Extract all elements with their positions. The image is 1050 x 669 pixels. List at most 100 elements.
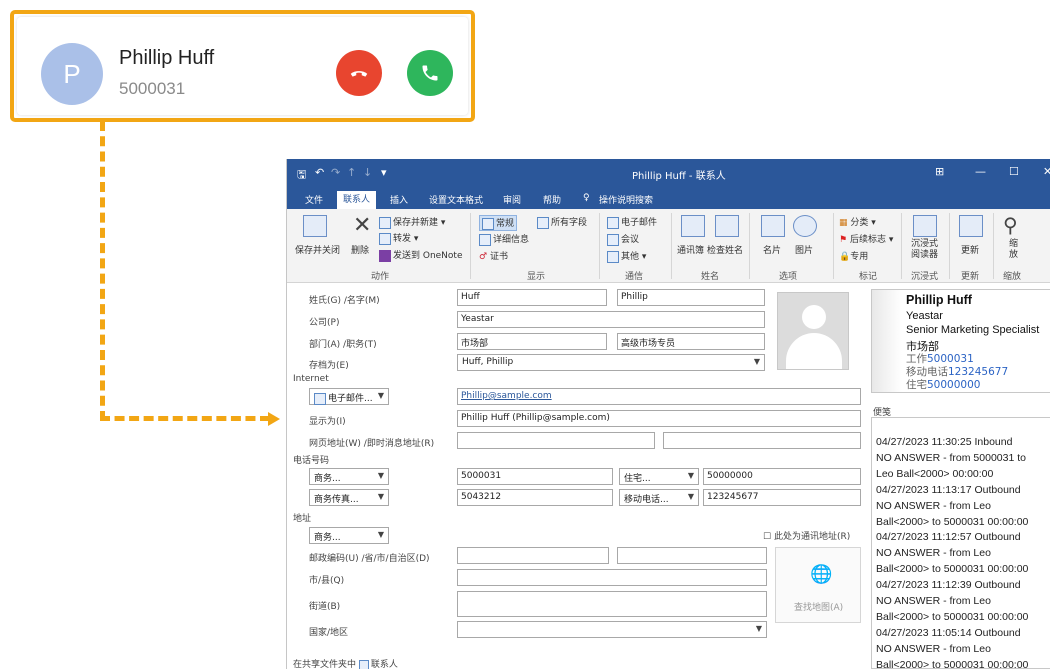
address-section: 地址 [293, 514, 312, 524]
follow-up-button[interactable]: ⚑ 后续标志 ▾ [839, 232, 893, 245]
certificates-button[interactable]: ♂ 证书 [479, 249, 508, 262]
note-line: NO ANSWER - from Leo [876, 547, 991, 560]
phone-type-mobile[interactable]: 移动电话... ▼ [619, 489, 699, 506]
address-book-button[interactable]: 通讯簿 [677, 243, 704, 256]
zoom-icon: ⚲ [1003, 213, 1018, 237]
minimize-icon[interactable]: — [975, 165, 986, 178]
redo-icon[interactable]: ↷ [331, 166, 340, 179]
categorize-button[interactable]: ▦ 分类 ▾ [839, 215, 876, 228]
down-icon[interactable]: ↓ [363, 166, 372, 179]
note-line: Ball<2000> to 5000031 00:00:00 [876, 658, 1029, 669]
picture-button[interactable]: 图片 [795, 243, 813, 256]
first-name-field[interactable]: Phillip [617, 289, 765, 306]
street-field[interactable] [457, 591, 767, 617]
im-address-field[interactable] [663, 432, 861, 449]
city-field[interactable] [457, 569, 767, 586]
note-line: Leo Ball<2000> 00:00:00 [876, 467, 994, 480]
delete-icon: ✕ [353, 213, 372, 238]
department-field[interactable]: 市场部 [457, 333, 607, 350]
display-as-field[interactable]: Phillip Huff (Phillip@sample.com) [457, 410, 861, 427]
hangup-button[interactable] [336, 50, 382, 96]
up-icon[interactable]: ↑ [347, 166, 356, 179]
customize-icon[interactable]: ▾ [381, 166, 387, 179]
business-card-button[interactable]: 名片 [763, 243, 781, 256]
card-stripe [872, 290, 902, 392]
tab-contact[interactable]: 联系人 [337, 191, 377, 209]
web-address-field[interactable] [457, 432, 655, 449]
more-button[interactable]: 其他 ▾ [607, 249, 646, 263]
forward-button[interactable]: 转发 ▾ [379, 231, 418, 245]
private-button[interactable]: 🔒专用 [839, 249, 868, 262]
update-button[interactable]: 更新 [961, 243, 979, 256]
business-card-icon [761, 215, 785, 237]
postal-code-field[interactable] [457, 547, 609, 564]
meeting-button[interactable]: 会议 [607, 232, 639, 246]
phone-type-business[interactable]: 商务... ▼ [309, 468, 389, 485]
business-fax-field[interactable]: 5043212 [457, 489, 613, 506]
email-field[interactable]: Phillip@sample.com [457, 388, 861, 405]
card-home-phone: 住宅50000000 [906, 379, 981, 391]
zoom-button[interactable]: 缩 放 [1009, 239, 1018, 261]
menu-bar: 文件 联系人 插入 设置文本格式 审阅 帮助 ♀ 操作说明搜索 [287, 189, 1050, 209]
home-phone-field[interactable]: 50000000 [703, 468, 861, 485]
web-im-label: 网页地址(W) /即时消息地址(R) [309, 439, 435, 449]
undo-icon[interactable]: ↶ [315, 166, 324, 179]
email-button[interactable]: 电子邮件 [607, 215, 657, 229]
arrow-head-icon [268, 412, 280, 426]
mobile-phone-field[interactable]: 123245677 [703, 489, 861, 506]
country-dropdown[interactable]: ▼ [457, 621, 767, 638]
postal-label: 邮政编码(U) /省/市/自治区(D) [309, 554, 430, 564]
note-line: NO ANSWER - from Leo [876, 499, 991, 512]
contact-photo[interactable] [777, 292, 849, 370]
state-field[interactable] [617, 547, 767, 564]
ribbon-display-icon[interactable]: ⊞ [935, 165, 944, 178]
close-icon[interactable]: ✕ [1043, 165, 1050, 178]
group-label-zoom: 缩放 [1003, 272, 1022, 282]
note-line: 04/27/2023 11:30:25 Inbound [876, 436, 1013, 448]
chevron-down-icon: ▼ [687, 492, 694, 501]
file-as-dropdown[interactable]: Huff, Phillip ▼ [457, 354, 765, 371]
check-names-button[interactable]: 检查姓名 [707, 243, 743, 256]
save-close-icon [303, 215, 327, 237]
country-label: 国家/地区 [309, 628, 349, 638]
person-head-icon [802, 305, 826, 329]
save-icon[interactable]: 🖫 [297, 166, 306, 185]
all-fields-button[interactable]: 所有字段 [537, 215, 587, 229]
chevron-down-icon: ▼ [753, 357, 760, 366]
email-type-button[interactable]: 电子邮件... ▼ [309, 388, 389, 405]
group-label-immersive: 沉浸式 [911, 272, 939, 282]
save-close-button[interactable]: 保存并关闭 [295, 243, 340, 256]
phone-type-home[interactable]: 住宅... ▼ [619, 468, 699, 485]
immersive-reader-button[interactable]: 沉浸式 阅读器 [911, 239, 938, 261]
details-button[interactable]: 详细信息 [479, 232, 529, 246]
chevron-down-icon: ▼ [377, 492, 384, 501]
map-button[interactable]: 🌐 查找地图(A) [775, 547, 861, 623]
tab-file[interactable]: 文件 [299, 192, 329, 207]
mailing-address-checkbox[interactable]: ☐ 此处为通讯地址(R) [763, 529, 850, 542]
divider [749, 213, 750, 279]
onenote-button[interactable]: 发送到 OneNote [379, 248, 463, 262]
general-button[interactable]: 常规 [479, 215, 518, 231]
job-title-field[interactable]: 高级市场专员 [617, 333, 765, 350]
notes-field[interactable]: 04/27/2023 11:30:25 Inbound NO ANSWER - … [871, 417, 1050, 669]
business-card[interactable]: Phillip Huff Yeastar Senior Marketing Sp… [871, 289, 1050, 393]
phone-section: 电话号码 [293, 456, 330, 466]
group-label-communicate: 通信 [625, 272, 644, 282]
delete-button[interactable]: 删除 [351, 243, 369, 256]
answer-button[interactable] [407, 50, 453, 96]
maximize-icon[interactable]: ☐ [1009, 165, 1019, 178]
tab-insert[interactable]: 插入 [384, 192, 414, 207]
note-line: 04/27/2023 11:12:57 Outbound [876, 531, 1021, 544]
tell-me-search[interactable]: 操作说明搜索 [593, 192, 659, 207]
window-title: Phillip Huff - 联系人 [632, 171, 726, 182]
save-new-button[interactable]: 保存并新建 ▾ [379, 215, 445, 229]
address-type-dropdown[interactable]: 商务... ▼ [309, 527, 389, 544]
company-field[interactable]: Yeastar [457, 311, 765, 328]
tab-help[interactable]: 帮助 [537, 192, 567, 207]
phone-type-fax[interactable]: 商务传真... ▼ [309, 489, 389, 506]
tab-review[interactable]: 审阅 [497, 192, 527, 207]
tab-format-text[interactable]: 设置文本格式 [423, 192, 489, 207]
last-name-field[interactable]: Huff [457, 289, 607, 306]
note-line: Ball<2000> to 5000031 00:00:00 [876, 563, 1029, 576]
business-phone-field[interactable]: 5000031 [457, 468, 613, 485]
